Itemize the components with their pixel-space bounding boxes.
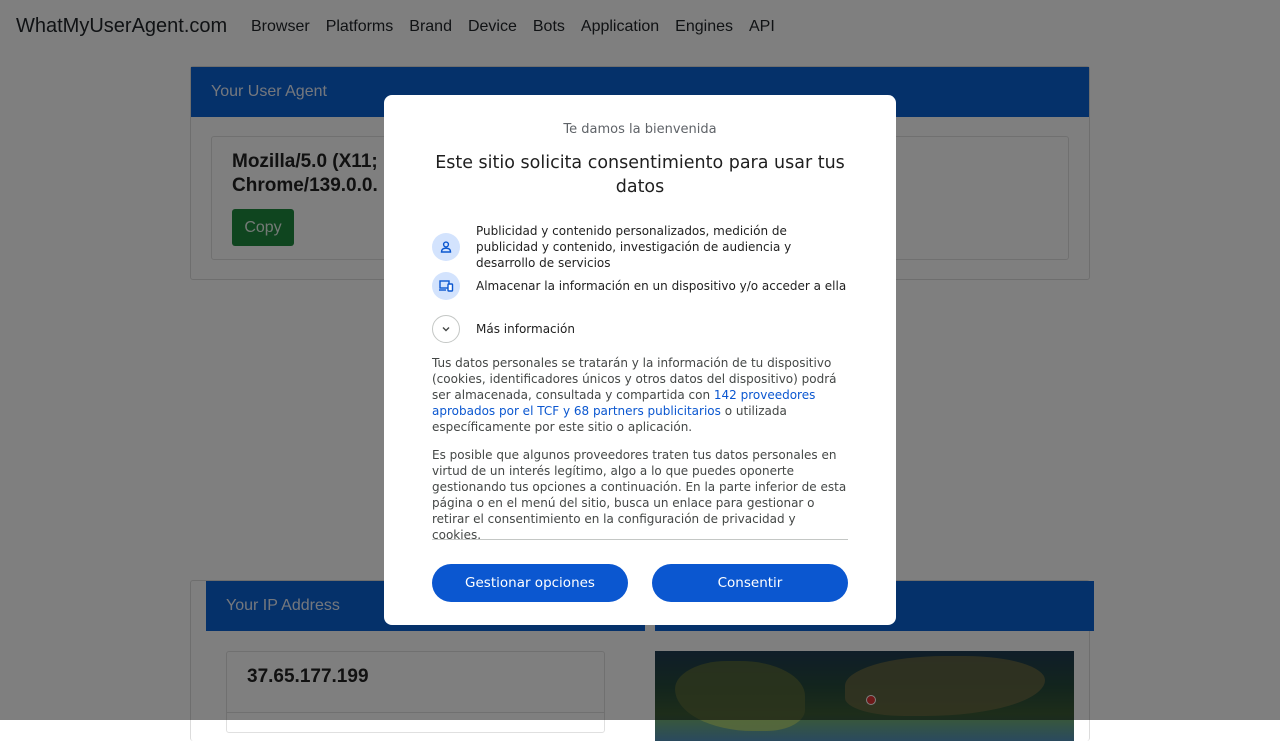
person-icon [432, 233, 460, 261]
purpose-personalised-ads: Publicidad y contenido personalizados, m… [432, 223, 852, 271]
consent-button[interactable]: Consentir [652, 564, 848, 602]
manage-options-button[interactable]: Gestionar opciones [432, 564, 628, 602]
devices-icon [432, 272, 460, 300]
consent-paragraph-1: Tus datos personales se tratarán y la in… [432, 355, 848, 435]
dialog-divider [432, 539, 848, 540]
purpose-store-access-label: Almacenar la información en un dispositi… [476, 279, 847, 293]
purpose-store-access: Almacenar la información en un dispositi… [432, 272, 852, 300]
more-info-toggle[interactable]: Más información [432, 315, 852, 343]
consent-paragraph-2: Es posible que algunos proveedores trate… [432, 448, 847, 542]
purpose-personalised-ads-label: Publicidad y contenido personalizados, m… [476, 224, 792, 270]
consent-welcome: Te damos la bienvenida [563, 122, 717, 137]
more-info-label[interactable]: Más información [476, 321, 575, 337]
consent-dialog: Te damos la bienvenida Este sitio solici… [384, 95, 896, 625]
consent-headline: Este sitio solicita consentimiento para … [435, 153, 845, 197]
chevron-down-icon[interactable] [432, 315, 460, 343]
